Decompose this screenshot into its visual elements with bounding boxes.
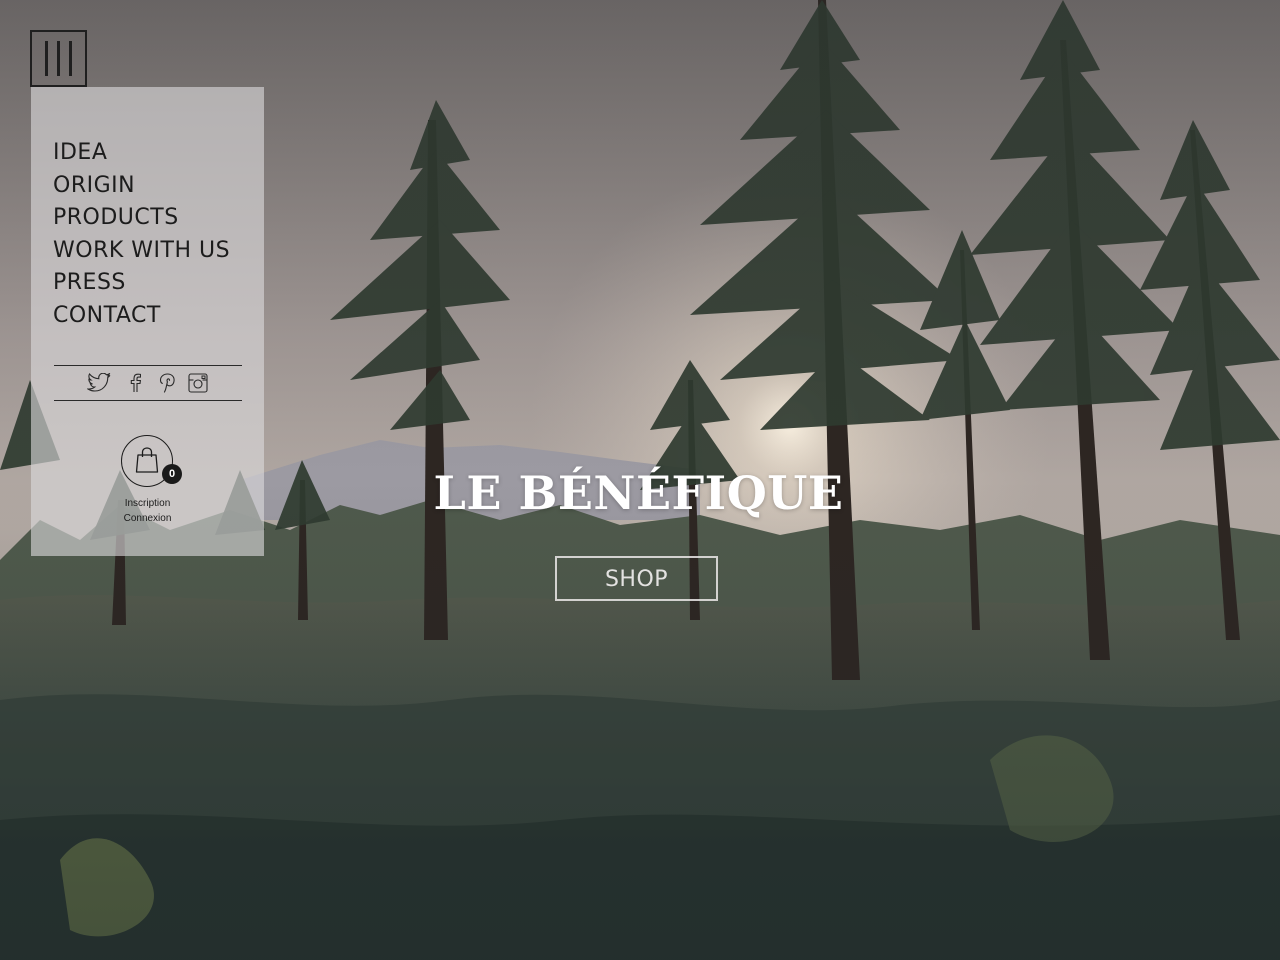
account-links: Inscription Connexion <box>31 496 264 526</box>
main-nav: IDEA ORIGIN PRODUCTS WORK WITH US PRESS … <box>53 137 230 332</box>
shopping-bag-icon <box>135 447 159 473</box>
nav-item-press[interactable]: PRESS <box>53 267 230 300</box>
menu-bar-icon <box>57 41 60 76</box>
nav-item-idea[interactable]: IDEA <box>53 137 230 170</box>
cart-count-badge: 0 <box>162 464 182 484</box>
nav-item-contact[interactable]: CONTACT <box>53 300 230 333</box>
nav-item-products[interactable]: PRODUCTS <box>53 202 230 235</box>
menu-toggle-button[interactable] <box>30 30 87 87</box>
login-link[interactable]: Connexion <box>31 511 264 526</box>
menu-bar-icon <box>45 41 48 76</box>
cart-button[interactable]: 0 <box>121 435 182 489</box>
nav-item-work-with-us[interactable]: WORK WITH US <box>53 235 230 268</box>
pinterest-icon[interactable] <box>159 373 175 393</box>
facebook-icon[interactable] <box>129 373 141 393</box>
instagram-icon[interactable] <box>188 373 208 393</box>
signup-link[interactable]: Inscription <box>31 496 264 511</box>
side-menu-panel: IDEA ORIGIN PRODUCTS WORK WITH US PRESS … <box>31 87 264 556</box>
twitter-icon[interactable] <box>87 373 111 393</box>
shop-button[interactable]: SHOP <box>555 556 718 601</box>
social-links <box>54 365 242 401</box>
menu-bar-icon <box>69 41 72 76</box>
brand-title: LE BÉNÉFIQUE <box>433 466 844 520</box>
nav-item-origin[interactable]: ORIGIN <box>53 170 230 203</box>
